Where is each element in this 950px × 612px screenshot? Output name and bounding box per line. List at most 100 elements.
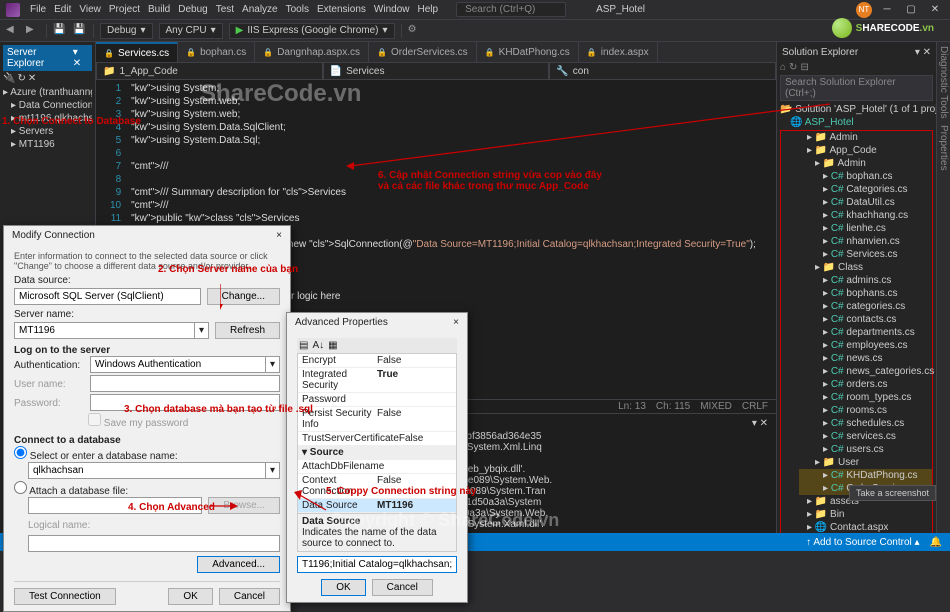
solution-tree-item[interactable]: ▸ C# orders.cs [799,378,932,391]
maximize-button[interactable]: ▢ [902,4,920,15]
menu-analyze[interactable]: Analyze [242,4,278,15]
server-tree-item[interactable]: ▸ mt1196.qlkhachsan.dbo [3,112,92,125]
cat-icon[interactable]: ▤ [299,340,308,351]
solution-tree-item[interactable]: ▸ C# room_types.cs [799,391,932,404]
menu-window[interactable]: Window [374,4,410,15]
diagnostic-tools-tab[interactable]: Diagnostic Tools [938,46,949,119]
panel-pin-icon[interactable]: ▾ ✕ [73,47,88,69]
change-button[interactable]: Change... [207,288,280,305]
platform-combo[interactable]: Any CPU ▾ [159,23,223,39]
auth-combo[interactable] [90,356,266,373]
collapse-icon[interactable]: ⊟ [800,62,808,73]
menu-edit[interactable]: Edit [54,4,71,15]
config-combo[interactable]: Debug ▾ [100,23,153,39]
solution-tree-item[interactable]: ▸ 📁 Admin [799,157,932,170]
ok-button[interactable]: OK [321,579,365,596]
solution-search-input[interactable]: Search Solution Explorer (Ctrl+;) [780,75,933,101]
server-name-input[interactable] [14,322,195,339]
menu-help[interactable]: Help [417,4,438,15]
solution-tree-item[interactable]: ▸ C# khachhang.cs [799,209,932,222]
solution-tree-item[interactable]: ▸ 📁 App_Code [799,144,932,157]
menu-view[interactable]: View [79,4,101,15]
quick-search-input[interactable]: Search (Ctrl+Q) [456,2,566,17]
ok-button[interactable]: OK [168,588,212,605]
server-tree-item[interactable]: ▸ Servers [3,125,92,138]
editor-tab[interactable]: 🔒OrderServices.cs [369,42,477,62]
back-icon[interactable]: ◀ [6,24,20,38]
output-close-icon[interactable]: ▾ ✕ [752,418,768,429]
solution-tree-item[interactable]: ▸ C# rooms.cs [799,404,932,417]
server-tree-item[interactable]: ▸ Azure (tranthuanngoctn97@...) [3,86,92,99]
test-connection-button[interactable]: Test Connection [14,588,116,605]
properties-tab[interactable]: Properties [938,125,949,171]
solution-tree-item[interactable]: ▸ C# contacts.cs [799,313,932,326]
close-icon[interactable]: × [453,317,459,328]
solution-tree-item[interactable]: ▸ C# departments.cs [799,326,932,339]
refresh-icon[interactable]: ↻ [789,62,797,73]
solution-tree-item[interactable]: ▸ C# KHDatPhong.cs [799,469,932,482]
db-name-input[interactable] [28,462,266,479]
solution-tree-item[interactable]: ▸ C# news_categories.cs [799,365,932,378]
solution-tree-item[interactable]: ▸ C# nhanvien.cs [799,235,932,248]
solution-tree-item[interactable]: ▸ C# employees.cs [799,339,932,352]
menu-extensions[interactable]: Extensions [317,4,366,15]
solution-tree-item[interactable]: ▸ C# schedules.cs [799,417,932,430]
menu-test[interactable]: Test [216,4,234,15]
az-icon[interactable]: A↓ [312,340,324,351]
solution-tree-item[interactable]: ▸ C# bophans.cs [799,287,932,300]
data-source-input[interactable] [14,288,201,305]
run-button[interactable]: ▶ IIS Express (Google Chrome) ▾ [229,23,395,39]
menu-project[interactable]: Project [109,4,140,15]
project-node[interactable]: 🌐 ASP_Hotel [780,116,933,129]
take-screenshot-button[interactable]: Take a screenshot [849,485,936,501]
editor-tab[interactable]: 🔒index.aspx [579,42,658,62]
refresh-button[interactable]: Refresh [215,322,280,339]
solution-tree-item[interactable]: ▸ C# DataUtil.cs [799,196,932,209]
solution-tree-item[interactable]: ▸ 📁 Admin [799,131,932,144]
solution-tree-item[interactable]: ▸ C# admins.cs [799,274,932,287]
close-icon[interactable]: × [276,230,282,241]
solution-tree-item[interactable]: ▸ C# categories.cs [799,300,932,313]
connect-icon[interactable]: 🔌 [3,73,15,84]
advanced-button[interactable]: Advanced... [197,556,280,573]
cancel-button[interactable]: Cancel [372,579,433,596]
forward-icon[interactable]: ▶ [26,24,40,38]
minimize-button[interactable]: ─ [878,4,896,15]
add-source-control[interactable]: ↑ Add to Source Control ▴ [806,537,919,548]
solution-tree-item[interactable]: ▸ C# bophan.cs [799,170,932,183]
save-icon[interactable]: 💾 [53,24,67,38]
menu-tools[interactable]: Tools [286,4,309,15]
server-tree-item[interactable]: ▸ Data Connections [3,99,92,112]
menu-debug[interactable]: Debug [178,4,207,15]
toolbar-icon[interactable]: ⚙ [408,24,422,38]
solution-tree-item[interactable]: ▸ C# Services.cs [799,248,932,261]
home-icon[interactable]: ⌂ [780,62,786,73]
solution-tree-item[interactable]: ▸ C# lienhe.cs [799,222,932,235]
refresh-icon[interactable]: ↻ [17,73,25,84]
user-avatar[interactable]: NT [856,2,872,18]
select-db-radio[interactable] [14,446,27,459]
panel-controls[interactable]: ▾ ✕ [915,47,931,58]
class-dropdown[interactable]: 📄 Services [323,62,550,80]
attach-db-radio[interactable] [14,481,27,494]
solution-tree-item[interactable]: ▸ 📁 Class [799,261,932,274]
server-tree-item[interactable]: ▸ MT1196 [3,138,92,151]
editor-tab[interactable]: 🔒Dangnhap.aspx.cs [255,42,369,62]
notifications-icon[interactable]: 🔔 [930,537,942,548]
stop-icon[interactable]: ✕ [28,73,36,84]
cancel-button[interactable]: Cancel [219,588,280,605]
solution-tree-item[interactable]: ▸ 🌐 Contact.aspx [799,521,932,533]
editor-tab[interactable]: 🔒bophan.cs [178,42,255,62]
solution-tree-item[interactable]: ▸ 📁 User [799,456,932,469]
close-button[interactable]: ✕ [926,4,944,15]
menu-file[interactable]: File [30,4,46,15]
solution-tree-item[interactable]: ▸ C# news.cs [799,352,932,365]
member-dropdown[interactable]: 🔧 con [549,62,776,80]
editor-tab[interactable]: 🔒Services.cs [96,42,178,62]
connection-string-input[interactable] [297,556,457,573]
prop-icon[interactable]: ▦ [328,340,337,351]
solution-tree-item[interactable]: ▸ 📁 Bin [799,508,932,521]
solution-tree-item[interactable]: ▸ C# users.cs [799,443,932,456]
editor-tab[interactable]: 🔒KHDatPhong.cs [477,42,579,62]
save-all-icon[interactable]: 💾 [73,24,87,38]
